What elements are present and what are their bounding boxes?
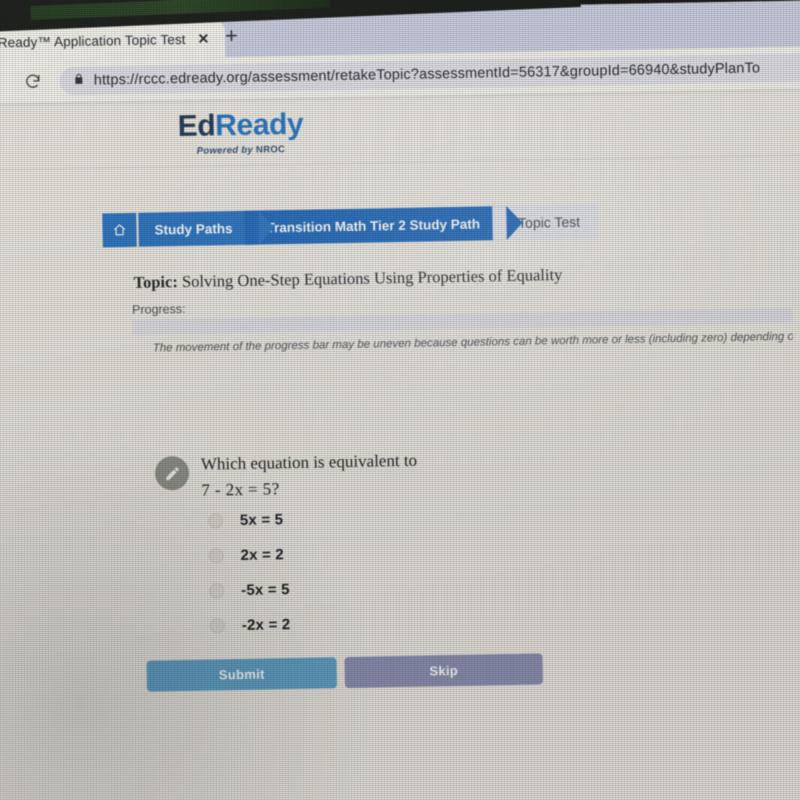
skip-button[interactable]: Skip bbox=[344, 653, 543, 689]
tab-title: EdReady™ Application Topic Test bbox=[0, 31, 186, 51]
logo-ready: Ready bbox=[214, 107, 304, 143]
progress-bar bbox=[132, 307, 793, 335]
topic-title: Topic: Solving One-Step Equations Using … bbox=[133, 265, 562, 293]
logo-tagline-brand: NROC bbox=[255, 144, 286, 156]
answer-label: -5x = 5 bbox=[241, 581, 290, 599]
new-tab-button[interactable]: + bbox=[225, 23, 238, 48]
forward-arrow-icon[interactable] bbox=[0, 69, 6, 95]
topic-name: Solving One-Step Equations Using Propert… bbox=[181, 265, 563, 291]
answer-option[interactable]: 5x = 5 bbox=[207, 502, 289, 538]
breadcrumb-label: Transition Math Tier 2 Study Path bbox=[266, 216, 481, 235]
answer-options: 5x = 5 2x = 2 -5x = 5 -2x = 2 bbox=[207, 502, 291, 643]
answer-option[interactable]: -5x = 5 bbox=[209, 572, 290, 608]
logo-wordmark: EdReady bbox=[177, 107, 304, 144]
submit-button[interactable]: Submit bbox=[146, 657, 338, 692]
pencil-icon bbox=[154, 455, 190, 491]
question-line-2: 7 - 2x = 5? bbox=[201, 479, 280, 501]
lock-icon bbox=[73, 72, 85, 90]
answer-label: -2x = 2 bbox=[241, 616, 291, 634]
photo-of-screen: EdReady™ Application Topic Test ✕ + http… bbox=[0, 0, 800, 800]
question-prompt: Which equation is equivalent to 7 - 2x =… bbox=[201, 448, 418, 505]
breadcrumb-home[interactable] bbox=[102, 212, 137, 248]
breadcrumb-label: Study Paths bbox=[154, 220, 233, 237]
breadcrumb: Study Paths Transition Math Tier 2 Study… bbox=[102, 204, 599, 248]
close-icon[interactable]: ✕ bbox=[197, 30, 209, 46]
radio-button[interactable] bbox=[208, 548, 224, 564]
address-bar[interactable]: https://rccc.edready.org/assessment/reta… bbox=[59, 53, 800, 96]
topic-label: Topic: bbox=[133, 272, 179, 292]
logo-tagline: Powered by NROC bbox=[178, 144, 304, 157]
radio-button[interactable] bbox=[209, 583, 225, 599]
answer-option[interactable]: 2x = 2 bbox=[208, 537, 289, 573]
page-content: EdReady Powered by NROC Study Paths Tran… bbox=[0, 92, 800, 800]
answer-option[interactable]: -2x = 2 bbox=[209, 607, 291, 643]
answer-label: 2x = 2 bbox=[240, 546, 285, 564]
header-divider bbox=[0, 154, 800, 171]
reload-icon[interactable] bbox=[20, 68, 46, 94]
breadcrumb-item-study-path[interactable]: Transition Math Tier 2 Study Path bbox=[244, 206, 507, 245]
logo-tagline-prefix: Powered by bbox=[196, 144, 254, 157]
progress-note: The movement of the progress bar may be … bbox=[152, 330, 793, 355]
answer-label: 5x = 5 bbox=[239, 511, 284, 529]
question-line-1: Which equation is equivalent to bbox=[200, 450, 418, 474]
browser-window: EdReady™ Application Topic Test ✕ + http… bbox=[0, 0, 800, 800]
breadcrumb-label: Topic Test bbox=[517, 213, 581, 231]
radio-button[interactable] bbox=[209, 618, 225, 634]
edready-logo[interactable]: EdReady Powered by NROC bbox=[177, 107, 304, 157]
logo-ed: Ed bbox=[177, 109, 216, 144]
progress-label: Progress: bbox=[131, 301, 186, 317]
breadcrumb-item-study-paths[interactable]: Study Paths bbox=[136, 210, 259, 247]
radio-button[interactable] bbox=[207, 513, 224, 529]
url-text: https://rccc.edready.org/assessment/reta… bbox=[93, 60, 761, 89]
